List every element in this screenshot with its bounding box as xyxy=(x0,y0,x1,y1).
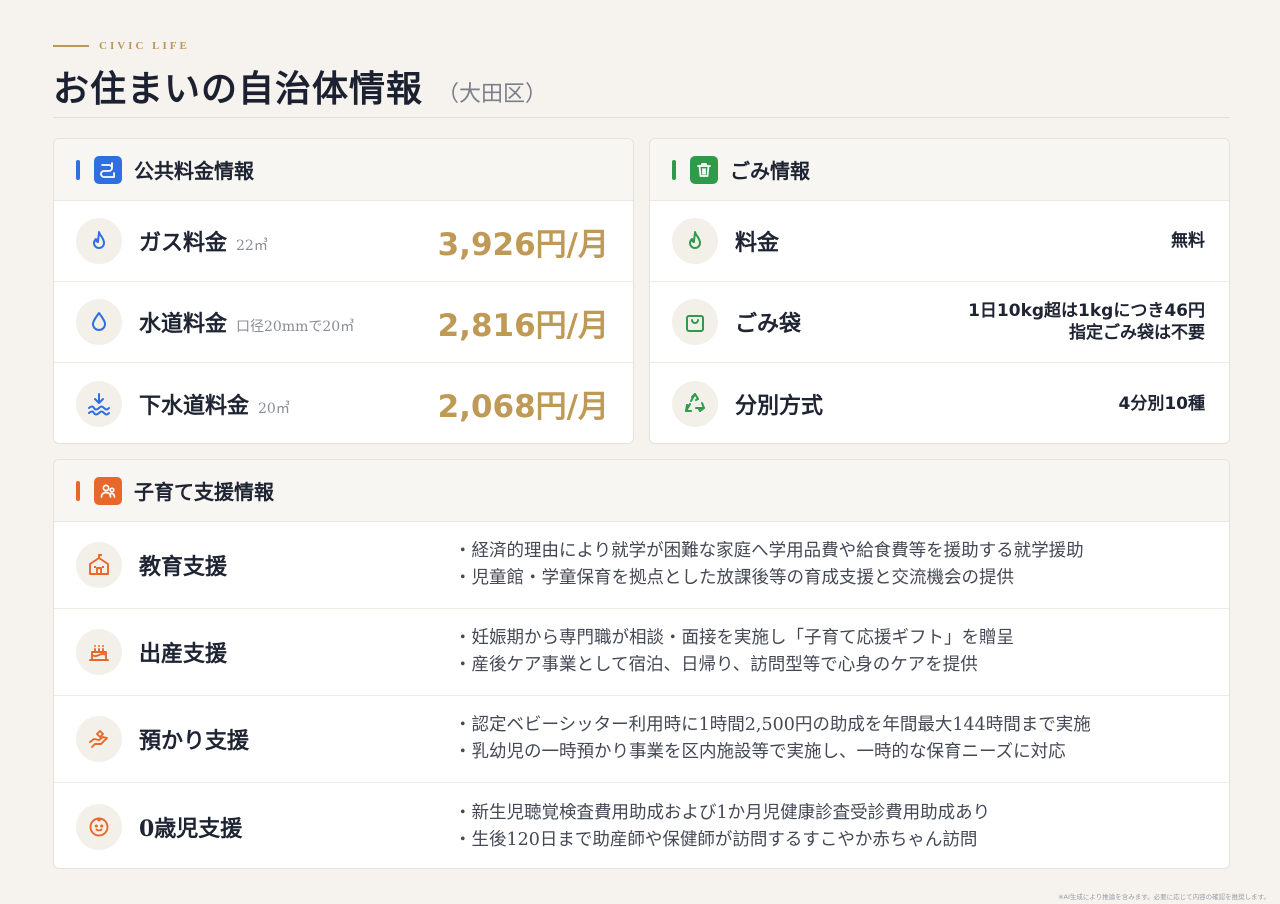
page-subtitle: （大田区） xyxy=(437,82,548,107)
eyebrow: CIVIC LIFE xyxy=(53,40,190,52)
garbage-row-bag: ごみ袋 1日10kg超は1kgにつき46円 指定ごみ袋は不要 xyxy=(650,282,1229,363)
utilities-card-header: 公共料金情報 xyxy=(54,139,633,201)
utility-price-sewer: 2,068円/月 xyxy=(437,389,609,425)
garbage-value-sorting: 4分別10種 xyxy=(1118,393,1206,414)
childcare-desc-education: ・経済的理由により就学が困難な家庭へ学用品費や給食費等を援助する就学援助 ・児童… xyxy=(454,541,1084,588)
garbage-row-sorting: 分別方式 4分別10種 xyxy=(650,363,1229,443)
garbage-value-fee: 無料 xyxy=(1171,231,1205,251)
utility-price-water: 2,816円/月 xyxy=(437,307,609,344)
childcare-row-infant: 0歳児支援 ・新生児聴覚検査費用助成および1か月児健康診査受診費用助成あり ・生… xyxy=(54,783,1229,868)
utilities-card: 公共料金情報 ガス料金 22㎥ 3,926円/月 水道料金 口径20mmで20㎥… xyxy=(53,138,634,444)
page-title: お住まいの自治体情報 xyxy=(53,68,424,110)
childcare-label-infant: 0歳児支援 xyxy=(139,815,243,842)
garbage-label-sorting: 分別方式 xyxy=(735,392,824,419)
childcare-desc-birth: ・妊娠期から専門職が相談・面接を実施し「子育て応援ギフト」を贈呈 ・産後ケア事業… xyxy=(454,628,1014,675)
garbage-value-bag: 1日10kg超は1kgにつき46円 指定ごみ袋は不要 xyxy=(968,301,1205,343)
utility-label-water: 水道料金 口径20mmで20㎥ xyxy=(139,311,355,337)
title-divider xyxy=(53,117,1230,118)
childcare-row-education: 教育支援 ・経済的理由により就学が困難な家庭へ学用品費や給食費等を援助する就学援… xyxy=(54,522,1229,609)
page: CIVIC LIFE お住まいの自治体情報 （大田区） 公共料金情報 ガス料金 xyxy=(53,0,1230,904)
flame-icon xyxy=(672,218,718,264)
garbage-label-fee: 料金 xyxy=(735,230,780,256)
cake-icon xyxy=(76,629,122,675)
utilities-card-title: 公共料金情報 xyxy=(134,159,254,183)
utility-price-gas: 3,926円/月 xyxy=(437,226,609,263)
utilities-accent-bar xyxy=(76,159,80,180)
eyebrow-line xyxy=(53,45,89,47)
recycle-icon xyxy=(672,380,718,427)
utility-label-sewer: 下水道料金 20㎥ xyxy=(139,392,290,419)
childcare-card: 子育て支援情報 教育支援 ・経済的理由により就学が困難な家庭へ学用品費や給食費等… xyxy=(53,459,1230,869)
childcare-row-birth: 出産支援 ・妊娠期から専門職が相談・面接を実施し「子育て応援ギフト」を贈呈 ・産… xyxy=(54,609,1229,696)
childcare-row-daycare: 預かり支援 ・認定ベビーシッター利用時に1時間2,500円の助成を年間最大144… xyxy=(54,696,1229,783)
childcare-accent-bar xyxy=(76,480,80,501)
pipe-icon xyxy=(94,155,122,184)
baby-icon xyxy=(76,803,122,850)
garbage-label-bag: ごみ袋 xyxy=(735,311,802,337)
utility-row-water: 水道料金 口径20mmで20㎥ 2,816円/月 xyxy=(54,282,633,363)
title-row: お住まいの自治体情報 （大田区） xyxy=(53,60,547,112)
eyebrow-text: CIVIC LIFE xyxy=(99,40,190,52)
water-drop-icon xyxy=(76,299,122,345)
childcare-desc-daycare: ・認定ベビーシッター利用時に1時間2,500円の助成を年間最大144時間まで実施… xyxy=(454,715,1091,762)
utility-row-sewer: 下水道料金 20㎥ 2,068円/月 xyxy=(54,363,633,443)
garbage-card-header: ごみ情報 xyxy=(650,139,1229,201)
utility-row-gas: ガス料金 22㎥ 3,926円/月 xyxy=(54,201,633,282)
family-icon xyxy=(94,476,122,505)
bag-icon xyxy=(672,299,718,345)
hand-care-icon xyxy=(76,716,122,762)
footnote: ※AI生成により推論を含みます。必要に応じて内容の確認を推奨します。 xyxy=(1058,893,1270,901)
garbage-accent-bar xyxy=(672,159,676,180)
childcare-card-header: 子育て支援情報 xyxy=(54,460,1229,522)
sewer-icon xyxy=(76,380,122,427)
flame-icon xyxy=(76,218,122,264)
garbage-row-fee: 料金 無料 xyxy=(650,201,1229,282)
childcare-label-birth: 出産支援 xyxy=(139,641,228,667)
childcare-label-education: 教育支援 xyxy=(139,554,228,580)
garbage-card: ごみ情報 料金 無料 ごみ袋 1日10kg超は1kgにつき46円 指定ごみ袋は不… xyxy=(649,138,1230,444)
trash-icon xyxy=(690,155,718,184)
childcare-card-title: 子育て支援情報 xyxy=(134,480,274,504)
garbage-card-title: ごみ情報 xyxy=(730,159,810,183)
utility-label-gas: ガス料金 22㎥ xyxy=(139,230,268,256)
childcare-label-daycare: 預かり支援 xyxy=(139,728,250,754)
school-icon xyxy=(76,542,122,588)
childcare-desc-infant: ・新生児聴覚検査費用助成および1か月児健康診査受診費用助成あり ・生後120日ま… xyxy=(454,802,991,850)
